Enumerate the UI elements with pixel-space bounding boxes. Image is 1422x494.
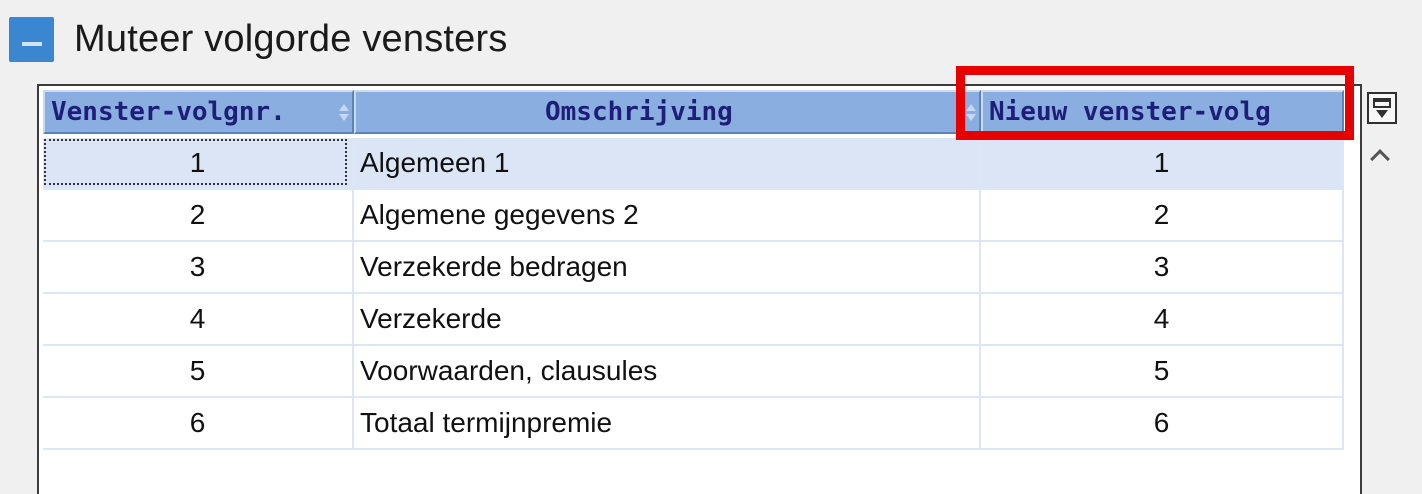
column-header-label: Omschrijving (545, 97, 733, 127)
cell-venster-volgnr[interactable]: 4 (43, 294, 354, 346)
cell-omschrijving[interactable]: Algemene gegevens 2 (354, 190, 981, 242)
cell-nieuw-venster-volgnr[interactable]: 1 (981, 138, 1344, 190)
focus-indicator (44, 139, 347, 185)
table-row[interactable]: 1 Algemeen 1 1 (43, 138, 1344, 190)
cell-venster-volgnr[interactable]: 5 (43, 346, 354, 398)
column-header-label: Venster-volgnr. (51, 97, 286, 127)
table-row[interactable]: 2 Algemene gegevens 2 2 (43, 190, 1344, 242)
table-row[interactable]: 6 Totaal termijnpremie 6 (43, 398, 1344, 450)
cell-omschrijving[interactable]: Algemeen 1 (354, 138, 981, 190)
cell-nieuw-venster-volgnr[interactable]: 4 (981, 294, 1344, 346)
window-title: Muteer volgorde vensters (74, 18, 508, 60)
cell-venster-volgnr[interactable]: 3 (43, 242, 354, 294)
cell-omschrijving[interactable]: Voorwaarden, clausules (354, 346, 981, 398)
column-header-omschrijving[interactable]: Omschrijving (354, 90, 981, 134)
cell-omschrijving[interactable]: Verzekerde (354, 294, 981, 346)
sort-icon (339, 104, 349, 122)
highlight-annotation-box (956, 66, 1354, 140)
cell-nieuw-venster-volgnr[interactable]: 3 (981, 242, 1344, 294)
column-header-venster-volgnr[interactable]: Venster-volgnr. (43, 90, 354, 134)
cell-omschrijving[interactable]: Verzekerde bedragen (354, 242, 981, 294)
cell-nieuw-venster-volgnr[interactable]: 2 (981, 190, 1344, 242)
cell-venster-volgnr[interactable]: 1 (43, 138, 354, 190)
table-row[interactable]: 3 Verzekerde bedragen 3 (43, 242, 1344, 294)
app-logo-icon (9, 17, 54, 62)
grid-side-panel (1362, 84, 1422, 487)
cell-venster-volgnr[interactable]: 2 (43, 190, 354, 242)
table-row[interactable]: 4 Verzekerde 4 (43, 294, 1344, 346)
chevron-up-icon[interactable] (1370, 149, 1390, 169)
cell-omschrijving[interactable]: Totaal termijnpremie (354, 398, 981, 450)
cell-venster-volgnr[interactable]: 6 (43, 398, 354, 450)
table-row[interactable]: 5 Voorwaarden, clausules 5 (43, 346, 1344, 398)
column-chooser-icon[interactable] (1367, 92, 1397, 124)
cell-nieuw-venster-volgnr[interactable]: 6 (981, 398, 1344, 450)
cell-nieuw-venster-volgnr[interactable]: 5 (981, 346, 1344, 398)
window-order-grid: Venster-volgnr. Omschrijving Nieuw venst… (37, 84, 1362, 494)
